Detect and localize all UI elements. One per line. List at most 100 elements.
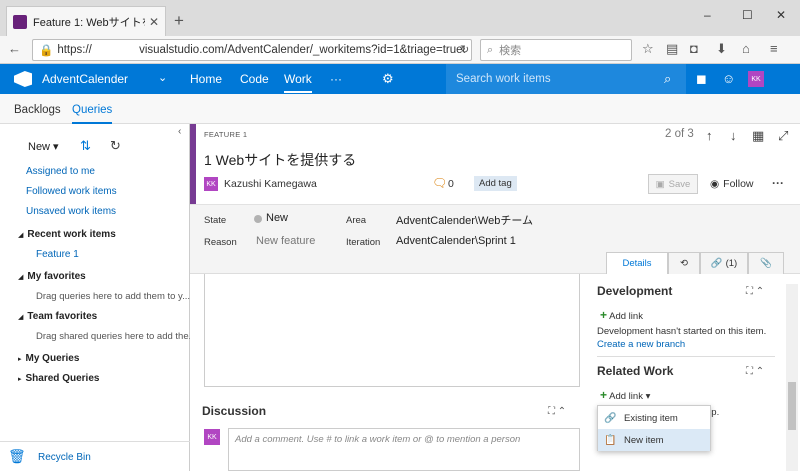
development-message: Development hasn't started on this item. <box>597 326 767 337</box>
menu-new-item[interactable]: 📋 New item <box>598 429 710 451</box>
collapsed-triangle-icon: ▸ <box>18 356 22 363</box>
save-button[interactable]: ▣ Save <box>648 174 698 194</box>
menu-existing-item[interactable]: 🔗 Existing item <box>598 407 710 429</box>
reload-icon[interactable]: ↻ <box>460 43 469 57</box>
tab-details[interactable]: Details <box>606 252 668 274</box>
reason-value[interactable]: New feature <box>256 235 315 247</box>
favorites-hint: Drag queries here to add them to y... <box>36 291 191 302</box>
marketplace-bag-icon[interactable]: ◼ <box>696 71 707 87</box>
link-icon: 🔗 <box>710 258 723 269</box>
tab-links[interactable]: 🔗 (1) <box>700 252 748 274</box>
recent-item-feature-1[interactable]: Feature 1 <box>36 249 79 260</box>
section-my-queries-label: My Queries <box>25 353 80 364</box>
description-editor[interactable] <box>204 274 580 387</box>
tab-history[interactable]: ⟲ <box>668 252 700 274</box>
recycle-bin-label: Recycle Bin <box>38 452 91 463</box>
new-query-button[interactable]: New ▾ <box>28 140 59 153</box>
fullscreen-icon[interactable]: ⤢ <box>778 128 788 144</box>
section-team-favorites[interactable]: ◢ Team favorites <box>18 311 97 322</box>
nav-work[interactable]: Work <box>284 72 312 93</box>
close-tab-icon[interactable]: ✕ <box>149 15 159 29</box>
collapsed-triangle-icon: ▸ <box>18 376 22 383</box>
visual-studio-logo-icon[interactable] <box>14 71 32 87</box>
arrow-down-icon[interactable]: ↓ <box>730 128 737 143</box>
work-item-type: FEATURE 1 <box>204 130 248 139</box>
scrollbar-thumb[interactable] <box>788 382 796 430</box>
history-icon: ⟲ <box>680 258 688 269</box>
discussion-icon[interactable]: 🗨 <box>432 176 447 190</box>
vertical-scrollbar[interactable] <box>786 284 798 471</box>
feedback-smiley-icon[interactable]: ☺ <box>722 71 735 86</box>
grid-view-icon[interactable]: ▦ <box>752 128 764 144</box>
queries-toolbar: New ▾ ⇅ ↻ <box>0 132 190 158</box>
comment-input[interactable]: Add a comment. Use # to link a work item… <box>228 428 580 471</box>
close-window-button[interactable]: ✕ <box>776 8 786 22</box>
browser-nav-bar: ← 🔒 https:// visualstudio.com/AdventCale… <box>0 36 800 64</box>
nav-code[interactable]: Code <box>240 72 269 86</box>
minimize-window-button[interactable]: – <box>704 8 711 22</box>
recycle-bin[interactable]: 🗑 Recycle Bin <box>0 441 190 471</box>
development-add-link[interactable]: + Add link <box>600 308 643 322</box>
new-folder-icon[interactable]: ⇅ <box>80 138 91 154</box>
section-favorites-label: My favorites <box>27 271 86 282</box>
refresh-icon[interactable]: ↻ <box>110 138 121 154</box>
download-icon[interactable]: ⬇ <box>716 41 727 57</box>
section-my-favorites[interactable]: ◢ My favorites <box>18 271 86 282</box>
user-avatar[interactable]: KK <box>748 71 764 87</box>
add-tag-button[interactable]: Add tag <box>474 176 517 191</box>
menu-new-item-label: New item <box>624 434 664 446</box>
item-pager: 2 of 3 <box>665 128 694 140</box>
follow-button[interactable]: ◉ Follow <box>710 178 754 190</box>
development-add-link-label: Add link <box>609 311 643 322</box>
reading-list-icon[interactable]: ▤ <box>666 41 678 57</box>
back-arrow-icon[interactable]: ← <box>8 42 21 56</box>
pocket-icon[interactable]: ◘ <box>690 41 698 57</box>
new-tab-button[interactable]: + <box>174 12 184 29</box>
state-value[interactable]: New <box>266 212 288 224</box>
section-recent[interactable]: ◢ Recent work items <box>18 229 116 240</box>
tab-queries[interactable]: Queries <box>72 104 113 124</box>
assigned-to[interactable]: Kazushi Kamegawa <box>224 178 317 190</box>
related-maximize-icon[interactable]: ⛶ ⌃ <box>746 366 764 377</box>
maximize-window-button[interactable]: ☐ <box>742 8 753 22</box>
reason-label: Reason <box>204 237 237 248</box>
link-icon: 🔗 <box>604 412 617 424</box>
chevron-down-icon[interactable]: ⌄ <box>158 71 167 84</box>
arrow-up-icon[interactable]: ↑ <box>706 128 713 143</box>
browser-tab[interactable]: Feature 1: Webサイトを提供... ✕ <box>6 6 166 36</box>
bookmark-star-icon[interactable]: ☆ <box>642 41 654 57</box>
create-branch-link[interactable]: Create a new branch <box>597 339 685 350</box>
link-followed-work-items[interactable]: Followed work items <box>26 186 117 197</box>
more-actions-button[interactable]: ··· <box>772 176 784 190</box>
home-icon[interactable]: ⌂ <box>742 41 750 57</box>
discussion-maximize-icon[interactable]: ⛶ ⌃ <box>548 406 566 417</box>
related-add-link-button[interactable]: + Add link ▾ <box>600 388 650 402</box>
related-add-link-label: Add link ▾ <box>609 391 651 402</box>
tab-attachments[interactable]: 📎 <box>748 252 784 274</box>
settings-gear-icon[interactable]: ⚙ <box>382 71 394 87</box>
browser-search-box[interactable]: ⌕ 検索 <box>480 39 632 61</box>
nav-home[interactable]: Home <box>190 72 222 86</box>
project-name[interactable]: AdventCalender <box>42 72 128 86</box>
tab-backlogs[interactable]: Backlogs <box>14 104 61 116</box>
section-my-queries[interactable]: ▸ My Queries <box>18 353 79 364</box>
expanded-triangle-icon: ◢ <box>18 274 24 281</box>
menu-icon[interactable]: ≡ <box>770 41 778 57</box>
team-favorites-hint: Drag shared queries here to add the... <box>36 331 197 342</box>
address-bar[interactable]: 🔒 https:// visualstudio.com/AdventCalend… <box>32 39 472 61</box>
development-maximize-icon[interactable]: ⛶ ⌃ <box>746 286 764 297</box>
iteration-value[interactable]: AdventCalender\Sprint 1 <box>396 235 516 247</box>
section-shared-queries[interactable]: ▸ Shared Queries <box>18 373 99 384</box>
url-text: visualstudio.com/AdventCalender/_workite… <box>139 44 465 56</box>
related-work-title: Related Work <box>597 364 674 378</box>
vsts-header: AdventCalender ⌄ Home Code Work ··· ⚙ Se… <box>0 64 800 94</box>
work-item-title[interactable]: 1 Webサイトを提供する <box>204 150 356 170</box>
work-item-search[interactable]: Search work items <box>446 64 686 94</box>
link-assigned-to-me[interactable]: Assigned to me <box>26 166 95 177</box>
search-icon[interactable]: ⌕ <box>664 71 671 87</box>
nav-more[interactable]: ··· <box>330 72 342 86</box>
browser-tab-title: Feature 1: Webサイトを提供... <box>33 16 145 29</box>
area-value[interactable]: AdventCalender\Webチーム <box>396 212 533 228</box>
link-unsaved-work-items[interactable]: Unsaved work items <box>26 206 116 217</box>
recycle-bin-icon: 🗑 <box>8 448 26 464</box>
